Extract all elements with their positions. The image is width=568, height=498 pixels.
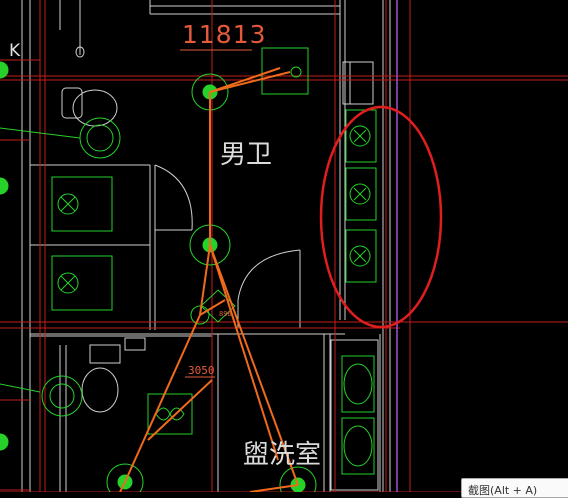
green-fixtures — [0, 47, 377, 492]
orange-wiring — [119, 67, 299, 492]
cad-drawing-canvas[interactable] — [0, 0, 568, 492]
room-label-washroom: 盥洗室 — [243, 440, 322, 470]
dimension-label-mid: 3050 — [188, 364, 215, 377]
screenshot-tooltip: 截图(Alt + A) — [461, 478, 568, 498]
dimension-label-top: 11813 — [182, 20, 267, 49]
small-dimension-label: 896 — [219, 310, 232, 318]
highlight-ellipse — [319, 105, 443, 329]
edge-letter-label: K — [9, 41, 21, 61]
room-label-mens: 男卫 — [220, 140, 273, 170]
